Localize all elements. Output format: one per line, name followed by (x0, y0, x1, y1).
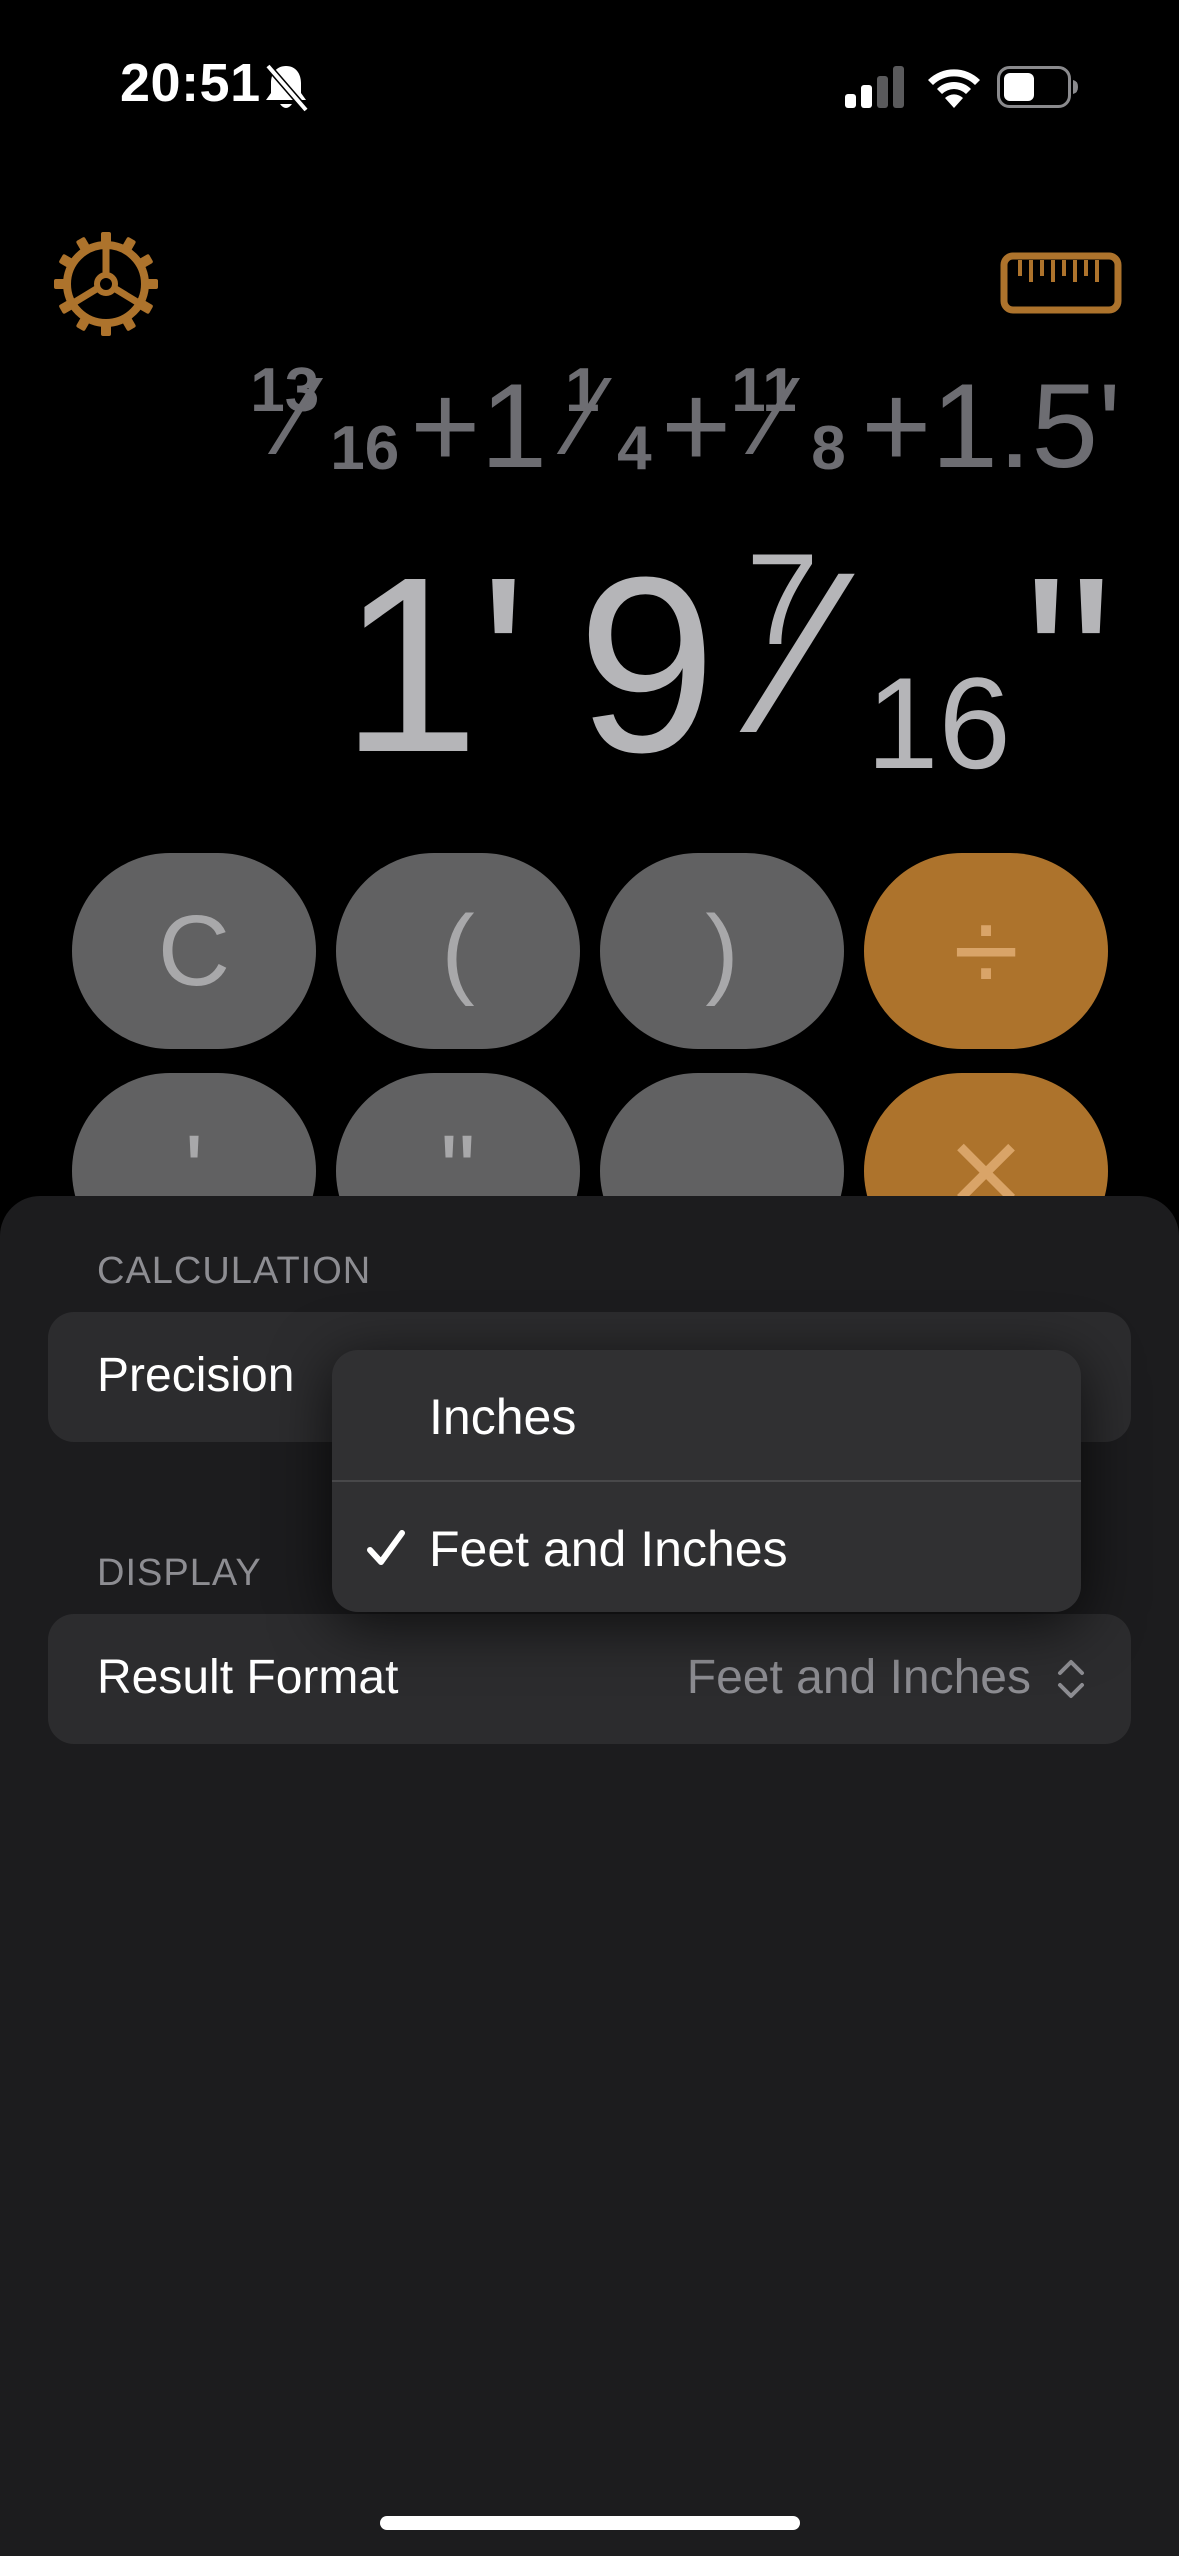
fraction-slash: ⁄ (579, 355, 598, 478)
result-inch-mark: " (1024, 525, 1113, 804)
result-format-menu: Inches Feet and Inches (332, 1350, 1081, 1612)
result-fraction: 7 ⁄ 16 (736, 524, 1011, 788)
wifi-icon (928, 69, 980, 108)
status-time: 20:51 (120, 53, 261, 113)
plus-sign: + (861, 359, 932, 493)
fraction-denominator: 8 (811, 414, 846, 483)
section-header-calculation: CALCULATION (97, 1250, 372, 1292)
open-paren-button[interactable]: ( (336, 853, 580, 1049)
menu-item-inches[interactable]: Inches (332, 1350, 1081, 1480)
divide-button[interactable]: ÷ (864, 853, 1108, 1049)
plus-sign: + (410, 359, 481, 493)
fraction-denominator: 16 (330, 414, 400, 483)
result-format-row[interactable]: Result Format Feet and Inches (48, 1614, 1131, 1744)
home-indicator[interactable] (380, 2516, 800, 2530)
expression-fraction-1: 13 ⁄ 16 (250, 360, 410, 490)
battery-icon (997, 66, 1078, 108)
plus-sign: + (661, 359, 732, 493)
section-header-display: DISPLAY (97, 1552, 262, 1594)
menu-item-label: Inches (429, 1389, 577, 1445)
menu-item-feet-and-inches[interactable]: Feet and Inches (332, 1482, 1081, 1612)
menu-item-label: Feet and Inches (429, 1521, 788, 1577)
chevron-updown-icon (1058, 1660, 1084, 1698)
result-format-label: Result Format (97, 1651, 399, 1704)
gear-icon[interactable] (52, 230, 160, 338)
fraction-numerator: 11 (731, 356, 797, 425)
ruler-icon[interactable] (1000, 252, 1122, 314)
result-inches: 9 (577, 525, 717, 804)
clear-button[interactable]: C (72, 853, 316, 1049)
result-feet: 1' (340, 525, 528, 804)
precision-label: Precision (97, 1349, 295, 1402)
fraction-slash: ⁄ (786, 524, 825, 781)
result-format-value: Feet and Inches (686, 1651, 1031, 1704)
result-display: 1' 9 7 ⁄ 16 " (340, 524, 1113, 804)
fraction-denominator: 4 (617, 414, 652, 483)
expression-display: 13 ⁄ 16 + 1 1 ⁄ 4 + 11 ⁄ 8 + 1.5' (250, 360, 1121, 490)
expression-term: 1.5' (931, 359, 1121, 493)
fraction-slash: ⁄ (767, 355, 786, 478)
cellular-signal-icon (845, 66, 904, 108)
expression-fraction-2: 1 ⁄ 4 (561, 360, 661, 490)
close-paren-button[interactable]: ) (600, 853, 844, 1049)
whole-number: 1 (480, 359, 548, 493)
fraction-slash: ⁄ (290, 355, 309, 478)
app-screen: 20:51 13 ⁄ 16 + 1 1 ⁄ 4 + 11 ⁄ 8 + 1.5' … (0, 0, 1179, 2556)
bell-slash-icon (265, 63, 309, 113)
fraction-denominator: 16 (866, 650, 1011, 796)
expression-fraction-3: 11 ⁄ 8 (731, 360, 861, 490)
checkmark-icon (367, 1530, 405, 1565)
